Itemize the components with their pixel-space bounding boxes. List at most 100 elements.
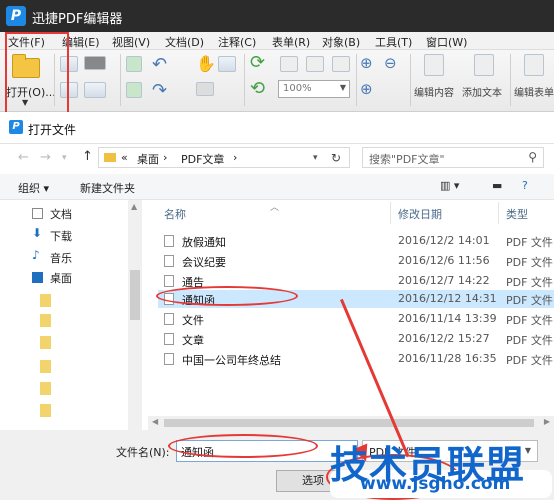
file-name: 会议纪要 <box>182 256 226 269</box>
pdf-file-icon <box>164 353 174 365</box>
scroll-thumb[interactable] <box>130 270 140 320</box>
dialog-logo-icon: P <box>9 120 23 134</box>
scroll-up-icon[interactable]: ▲ <box>131 202 137 211</box>
pdf-file-icon <box>164 313 174 325</box>
select-text-icon[interactable] <box>218 56 236 72</box>
up-arrow-icon[interactable]: ↑ <box>82 149 93 164</box>
zoom-out-icon[interactable]: ⊖ <box>384 54 397 72</box>
pdf-file-icon <box>164 255 174 267</box>
import-icon[interactable] <box>126 56 142 72</box>
menu-object[interactable]: 对象(B) <box>322 34 360 50</box>
back-arrow-icon[interactable]: ← <box>18 150 29 165</box>
menu-form[interactable]: 表单(R) <box>272 34 310 50</box>
scroll-right-icon[interactable]: ▶ <box>544 417 550 426</box>
column-type[interactable]: 类型 <box>506 206 528 222</box>
file-list: 名称 ︿ 修改日期 类型 放假通知 2016/12/2 14:01 PDF 文件… <box>148 200 554 430</box>
toolbar-separator <box>120 54 121 106</box>
file-name: 文件 <box>182 314 204 327</box>
nav-item-music[interactable]: 音乐 <box>50 250 72 266</box>
edit-content-label[interactable]: 编辑内容 <box>414 84 454 99</box>
menu-document[interactable]: 文档(D) <box>165 34 204 50</box>
chevron-down-icon: ▼ <box>339 83 346 92</box>
folder-icon[interactable] <box>40 336 51 349</box>
edit-form-label[interactable]: 编辑表单 <box>514 84 554 99</box>
column-name[interactable]: 名称 <box>164 206 186 222</box>
table-row[interactable]: 文件 2016/11/14 13:39 PDF 文件 <box>158 310 554 328</box>
table-row[interactable]: 放假通知 2016/12/2 14:01 PDF 文件 <box>158 232 554 250</box>
file-date: 2016/12/6 11:56 <box>398 254 490 267</box>
snapshot-icon[interactable] <box>196 82 214 96</box>
preview-pane-icon[interactable]: ▬ <box>492 179 502 192</box>
table-row[interactable]: 中国一公司年终总结 2016/11/28 16:35 PDF 文件 <box>158 350 554 368</box>
edit-form-icon[interactable] <box>524 54 544 76</box>
menu-view[interactable]: 视图(V) <box>112 34 150 50</box>
toolbar-separator <box>410 54 411 106</box>
redo-icon[interactable]: ↷ <box>152 80 167 101</box>
fit-width-icon[interactable] <box>332 56 350 72</box>
rotate-icon[interactable]: ⟳ <box>250 52 265 73</box>
music-icon: ♪ <box>32 248 40 262</box>
breadcrumb-pdf-folder[interactable]: PDF文章 <box>181 151 224 167</box>
folder-icon[interactable] <box>40 360 51 373</box>
hand-tool-icon[interactable]: ✋ <box>196 54 216 73</box>
chevron-down-icon: ▼ <box>524 446 531 455</box>
search-icon[interactable]: ⚲ <box>528 150 537 164</box>
refresh-icon[interactable]: ↻ <box>331 151 341 165</box>
organize-button[interactable]: 组织 ▾ <box>18 180 49 196</box>
app-title: 迅捷PDF编辑器 <box>32 12 123 27</box>
file-type: PDF 文件 <box>506 354 553 367</box>
folder-icon[interactable] <box>40 294 51 307</box>
chevron-down-icon[interactable]: ▾ <box>62 153 67 163</box>
horizontal-scrollbar[interactable]: ◀ ▶ <box>148 416 554 430</box>
breadcrumb-desktop[interactable]: 桌面 <box>137 151 159 167</box>
scroll-left-icon[interactable]: ◀ <box>152 417 158 426</box>
zoom-plus-icon[interactable]: ⊕ <box>360 80 373 98</box>
menu-tools[interactable]: 工具(T) <box>375 34 412 50</box>
add-text-icon[interactable] <box>474 54 494 76</box>
actual-size-icon[interactable] <box>280 56 298 72</box>
column-separator <box>498 202 499 224</box>
undo-icon[interactable]: ↶ <box>152 54 167 75</box>
address-row: ← → ▾ ↑ « 桌面 › PDF文章 › ▾ ↻ 搜索"PDF文章" ⚲ <box>0 144 554 172</box>
zoom-select[interactable]: 100% ▼ <box>278 80 350 98</box>
folder-icon[interactable] <box>40 404 51 417</box>
folder-icon[interactable] <box>40 314 51 327</box>
toolbar: 打开(O)... ▼ ↶ ↷ ✋ ⟳ ⟲ ⊕ ⊖ ⊕ 编辑内容 添加文本 编辑表… <box>0 50 554 112</box>
toolbar-separator <box>356 54 357 106</box>
breadcrumb-separator[interactable]: › <box>163 151 167 164</box>
nav-item-desktop[interactable]: 桌面 <box>50 270 72 286</box>
edit-content-icon[interactable] <box>424 54 444 76</box>
menu-comment[interactable]: 注释(C) <box>218 34 256 50</box>
file-name: 放假通知 <box>182 236 226 249</box>
nav-item-documents[interactable]: 文档 <box>50 206 72 222</box>
chevron-down-icon[interactable]: ▾ <box>313 153 318 163</box>
file-name: 中国一公司年终总结 <box>182 354 281 367</box>
table-row[interactable]: 会议纪要 2016/12/6 11:56 PDF 文件 <box>158 252 554 270</box>
email-icon[interactable] <box>84 82 106 98</box>
help-icon[interactable]: ? <box>522 179 528 192</box>
new-folder-button[interactable]: 新建文件夹 <box>80 180 135 196</box>
search-input[interactable]: 搜索"PDF文章" ⚲ <box>362 147 544 168</box>
scroll-thumb[interactable] <box>164 419 534 427</box>
nav-item-downloads[interactable]: 下载 <box>50 228 72 244</box>
rotate-back-icon[interactable]: ⟲ <box>250 78 265 99</box>
file-name: 文章 <box>182 334 204 347</box>
print-icon[interactable] <box>84 56 106 70</box>
sort-arrow-icon: ︿ <box>270 203 280 213</box>
search-placeholder: 搜索"PDF文章" <box>369 153 445 166</box>
export-icon[interactable] <box>126 82 142 98</box>
forward-arrow-icon[interactable]: → <box>40 150 51 165</box>
command-bar: 组织 ▾ 新建文件夹 ▥ ▾ ▬ ? <box>0 174 554 200</box>
nav-scrollbar[interactable]: ▲ <box>128 200 142 430</box>
menu-window[interactable]: 窗口(W) <box>426 34 467 50</box>
breadcrumb-separator[interactable]: › <box>233 151 237 164</box>
dialog-title-bar: P 打开文件 <box>0 112 554 144</box>
zoom-in-icon[interactable]: ⊕ <box>360 54 373 72</box>
add-text-label[interactable]: 添加文本 <box>462 84 502 99</box>
zoom-value: 100% <box>283 83 312 94</box>
folder-icon[interactable] <box>40 382 51 395</box>
column-date[interactable]: 修改日期 <box>398 206 442 222</box>
fit-page-icon[interactable] <box>306 56 324 72</box>
view-options-icon[interactable]: ▥ ▾ <box>440 179 459 192</box>
breadcrumb[interactable]: « 桌面 › PDF文章 › ▾ ↻ <box>98 147 350 168</box>
